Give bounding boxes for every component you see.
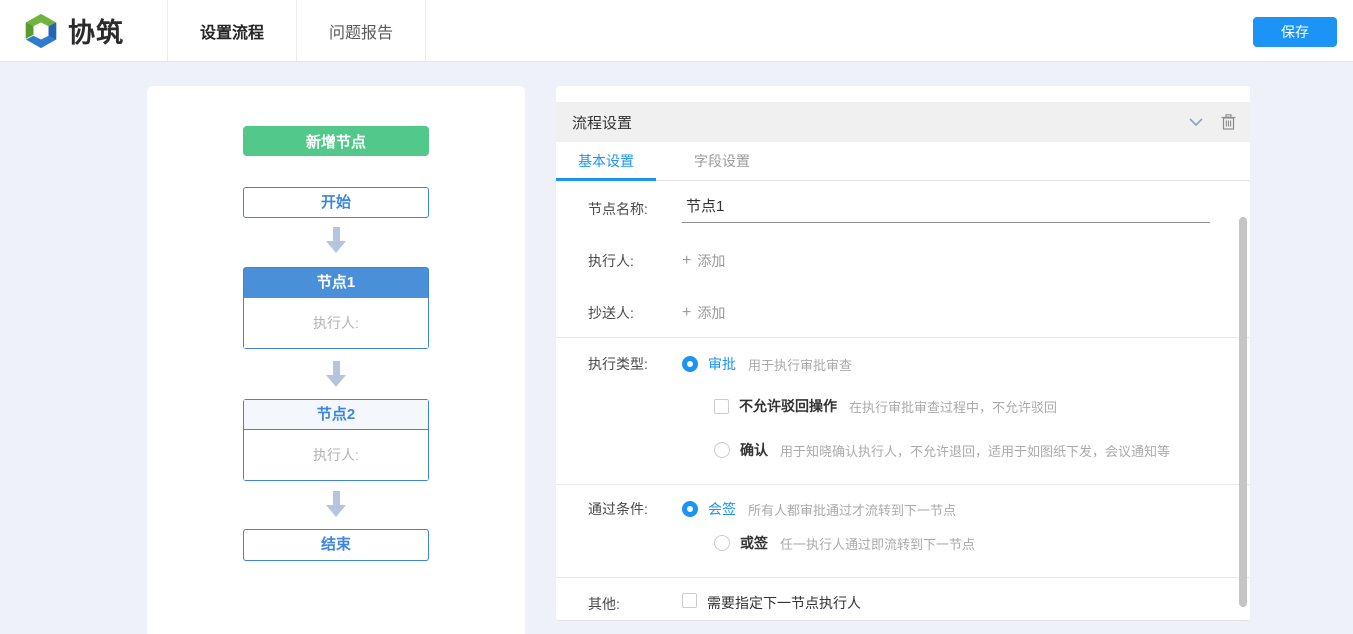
settings-header: 流程设置 <box>556 102 1250 142</box>
checkbox-no-reject-label: 不允许驳回操作 <box>739 396 837 416</box>
radio-approve-desc: 用于执行审批审查 <box>748 355 852 374</box>
radio-any-sign-label: 或签 <box>740 533 768 553</box>
logo-text: 协筑 <box>68 11 124 50</box>
settings-form: 节点名称: 执行人: + 添加 抄送人: + 添加 <box>556 181 1250 621</box>
divider <box>556 577 1250 578</box>
scrollbar-thumb[interactable] <box>1239 217 1247 607</box>
add-node-button[interactable]: 新增节点 <box>243 126 429 156</box>
tab-field-settings[interactable]: 字段设置 <box>672 142 772 180</box>
settings-title: 流程设置 <box>572 112 1189 133</box>
flow-arrow-down-icon <box>326 491 346 517</box>
checkbox-no-reject-desc: 在执行审批审查过程中，不允许驳回 <box>849 397 1057 416</box>
executor-label: 执行人: <box>588 251 682 271</box>
radio-approve[interactable] <box>682 356 698 372</box>
checkbox-assign-next-label: 需要指定下一节点执行人 <box>707 593 861 613</box>
radio-confirm-label: 确认 <box>740 440 768 460</box>
radio-all-sign[interactable] <box>682 501 698 517</box>
flow-node-1-title: 节点1 <box>244 268 428 298</box>
logo-icon <box>22 11 60 51</box>
flow-arrow-down-icon <box>326 361 346 387</box>
radio-any-sign-desc: 任一执行人通过即流转到下一节点 <box>780 534 975 553</box>
plus-icon: + <box>682 304 691 322</box>
process-settings-card: 流程设置 <box>556 86 1250 621</box>
flow-node-2[interactable]: 节点2 执行人: <box>243 399 429 481</box>
app-logo: 协筑 <box>0 0 168 61</box>
plus-icon: + <box>682 252 691 270</box>
flow-node-1[interactable]: 节点1 执行人: <box>243 267 429 349</box>
nav-tab-flow-settings[interactable]: 设置流程 <box>168 0 297 61</box>
save-button[interactable]: 保存 <box>1253 17 1337 47</box>
workflow-panel: 新增节点 开始 节点1 执行人: 节点2 执行人: 结束 <box>147 86 525 634</box>
radio-all-sign-label: 会签 <box>708 499 736 519</box>
add-executor-button[interactable]: + 添加 <box>682 251 725 271</box>
node-name-label: 节点名称: <box>588 199 682 219</box>
trash-icon <box>1221 114 1236 130</box>
tab-basic-settings[interactable]: 基本设置 <box>556 142 656 180</box>
flow-start-node[interactable]: 开始 <box>243 187 429 218</box>
add-cc-button[interactable]: + 添加 <box>682 303 725 323</box>
checkbox-assign-next[interactable] <box>682 593 697 608</box>
radio-confirm-desc: 用于知晓确认执行人，不允许退回，适用于如图纸下发，会议通知等 <box>780 441 1170 460</box>
pass-condition-label: 通过条件: <box>588 499 682 519</box>
radio-confirm[interactable] <box>714 442 730 458</box>
flow-node-2-executor: 执行人: <box>244 430 428 480</box>
node-name-input[interactable] <box>682 195 1210 223</box>
divider <box>556 484 1250 485</box>
flow-arrow-down-icon <box>326 227 346 253</box>
top-bar: 协筑 设置流程 问题报告 保存 <box>0 0 1353 62</box>
flow-end-node[interactable]: 结束 <box>243 529 429 561</box>
nav-tab-issue-report[interactable]: 问题报告 <box>297 0 426 61</box>
chevron-down-icon <box>1189 118 1203 127</box>
cc-label: 抄送人: <box>588 303 682 323</box>
flow-node-2-title: 节点2 <box>244 400 428 430</box>
radio-approve-label: 审批 <box>708 354 736 374</box>
add-cc-label: 添加 <box>697 303 725 323</box>
main-area: 新增节点 开始 节点1 执行人: 节点2 执行人: 结束 流程设置 <box>0 62 1353 634</box>
exec-type-label: 执行类型: <box>588 354 682 374</box>
radio-any-sign[interactable] <box>714 535 730 551</box>
settings-tabbar: 基本设置 字段设置 <box>556 142 1250 181</box>
radio-all-sign-desc: 所有人都审批通过才流转到下一节点 <box>748 500 956 519</box>
add-executor-label: 添加 <box>697 251 725 271</box>
divider <box>556 337 1250 338</box>
other-label: 其他: <box>588 593 682 614</box>
checkbox-no-reject[interactable] <box>714 399 729 414</box>
collapse-panel-button[interactable] <box>1189 118 1203 127</box>
flow-node-1-executor: 执行人: <box>244 298 428 348</box>
delete-node-button[interactable] <box>1221 114 1236 130</box>
